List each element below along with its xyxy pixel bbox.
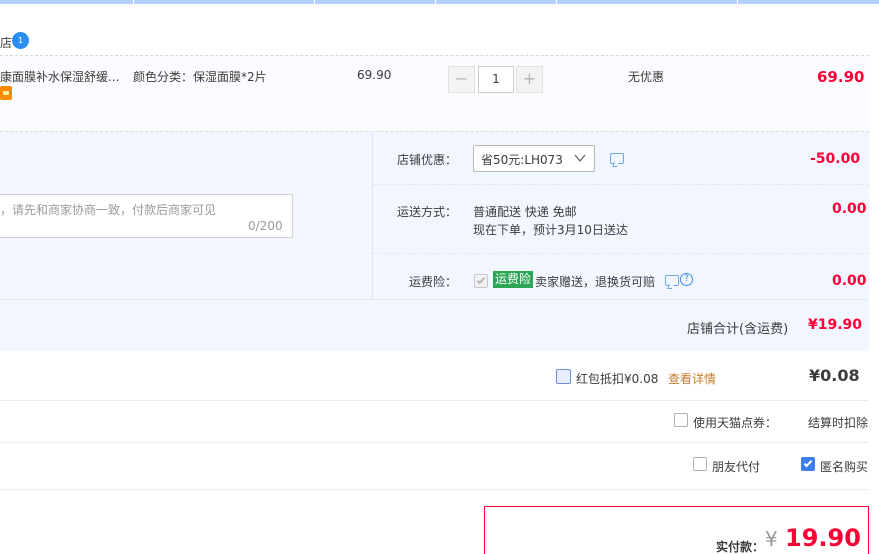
shop-discount-label: 店铺优惠： [397, 153, 458, 167]
chat-icon[interactable] [610, 153, 624, 164]
quantity-input[interactable]: 1 [478, 66, 514, 93]
divider [373, 253, 869, 254]
friend-pay-checkbox[interactable] [693, 457, 707, 471]
shop-name[interactable]: 店 [0, 34, 12, 51]
shop-discount-amount: -50.00 [810, 151, 861, 167]
header-separator [435, 0, 436, 4]
tmall-points-checkbox[interactable] [674, 413, 688, 427]
chat-icon[interactable] [665, 275, 679, 286]
anonymous-purchase-checkbox[interactable] [801, 457, 815, 471]
friend-pay-label: 朋友代付 [712, 460, 761, 474]
item-unit-price: 69.90 [357, 68, 392, 82]
insurance-checkbox [474, 274, 488, 288]
divider [0, 489, 869, 490]
payment-amount: 19.90 [785, 524, 861, 552]
tmall-points-label: 使用天猫点券： [693, 416, 778, 430]
header-separator [314, 0, 315, 4]
shop-badge[interactable]: 1 [12, 32, 29, 49]
shop-total-amount: ¥19.90 [808, 317, 863, 333]
shipping-method: 普通配送 快递 免邮 [473, 205, 577, 219]
payment-currency: ¥ [765, 527, 778, 551]
divider [0, 400, 869, 401]
red-packet-details-link[interactable]: 查看详情 [668, 370, 716, 387]
message-char-count: 0/200 [248, 219, 283, 233]
divider [0, 442, 869, 443]
qty-increase-button[interactable]: + [516, 66, 543, 93]
cart-item-row [0, 56, 869, 130]
insurance-amount: 0.00 [832, 273, 867, 289]
insurance-badge: 运费险 [493, 271, 534, 288]
shipping-label: 运送方式： [397, 205, 458, 219]
header-separator [133, 0, 134, 4]
table-header-strip [0, 0, 879, 4]
item-title[interactable]: 康面膜补水保湿舒缓... [0, 68, 119, 85]
anonymous-purchase-label: 匿名购买 [820, 460, 869, 474]
divider [372, 131, 373, 299]
divider [0, 299, 869, 300]
item-subtotal: 69.90 [817, 68, 865, 86]
shop-total-label: 店铺合计(含运费) [687, 322, 789, 337]
red-packet-checkbox[interactable] [556, 369, 571, 384]
insurance-desc: 卖家赠送，退换货可赔 [535, 275, 656, 289]
tmall-points-note: 结算时扣除 [808, 416, 869, 430]
insurance-label: 运费险： [409, 275, 458, 289]
red-packet-amount: ¥0.08 [809, 366, 860, 385]
qty-decrease-button[interactable]: − [448, 66, 475, 93]
chevron-down-icon [574, 154, 586, 163]
header-separator [556, 0, 557, 4]
help-icon[interactable]: ? [680, 273, 693, 286]
item-sku: 颜色分类：保湿面膜*2片 [133, 70, 267, 84]
item-discount: 无优惠 [628, 70, 665, 84]
payment-label: 实付款： [716, 540, 765, 554]
shipping-amount: 0.00 [832, 201, 867, 217]
red-packet-label: 红包抵扣¥0.08 [576, 372, 659, 386]
service-badge-icon[interactable] [0, 86, 12, 100]
shipping-eta: 现在下单，预计3月10日送达 [473, 223, 628, 237]
divider [373, 184, 869, 185]
message-placeholder: ，请先和商家协商一致，付款后商家可见 [0, 203, 217, 217]
header-separator [737, 0, 738, 4]
shop-discount-selected: 省50元:LH073 [481, 153, 563, 167]
